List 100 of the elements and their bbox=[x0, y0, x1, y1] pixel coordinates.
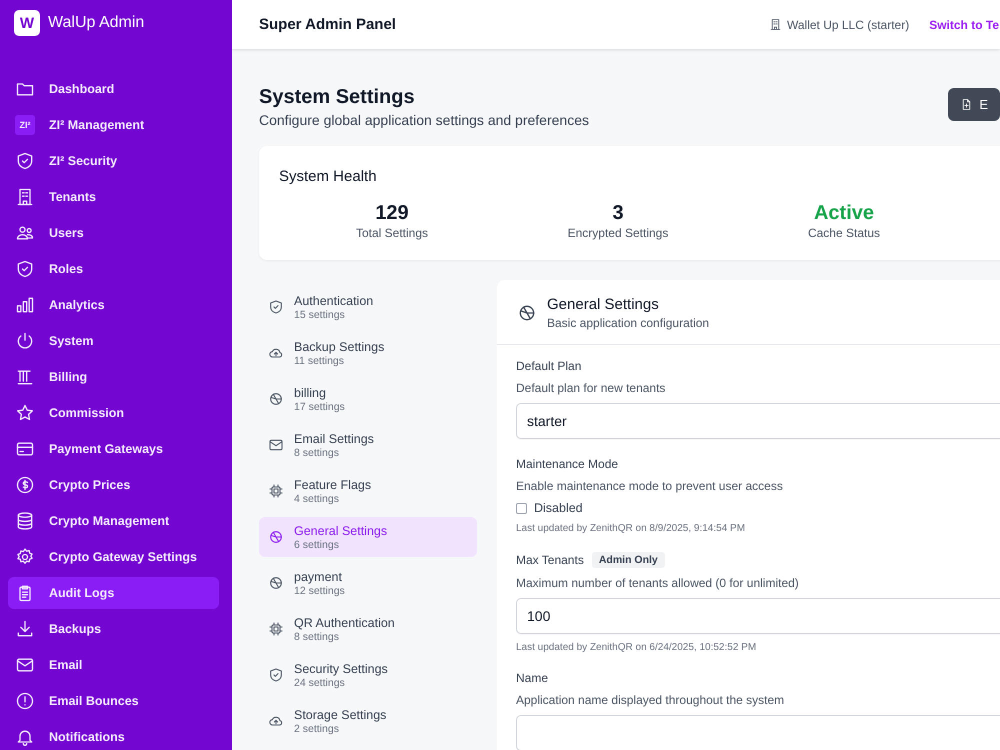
checkbox-label: Disabled bbox=[534, 501, 583, 515]
sidebar-item[interactable]: Tenants bbox=[8, 181, 219, 213]
updated-note: Last updated by ZenithQR on 6/24/2025, 10:52:52 PM bbox=[516, 642, 758, 653]
sidebar-item[interactable]: Audit Logs bbox=[8, 577, 219, 609]
category-name: Backup Settings bbox=[294, 340, 384, 354]
shield-check-icon bbox=[15, 151, 35, 171]
sidebar-item[interactable]: Roles bbox=[8, 253, 219, 285]
category-name: General Settings bbox=[294, 524, 388, 538]
star-icon bbox=[15, 403, 35, 423]
chip-icon bbox=[268, 483, 284, 499]
action-button[interactable]: E bbox=[948, 88, 1000, 121]
tenant-label: Wallet Up LLC (starter) bbox=[786, 18, 910, 32]
stat-value: 129 bbox=[375, 202, 409, 224]
card-title: System Health bbox=[279, 168, 378, 185]
category-item[interactable]: Email Settings 8 settings bbox=[259, 425, 477, 465]
sidebar-item[interactable]: Email bbox=[8, 649, 219, 681]
sidebar-item[interactable]: Notifications bbox=[8, 721, 219, 750]
aperture-icon bbox=[268, 391, 284, 407]
status-value: Active bbox=[814, 202, 874, 224]
field-description: Enable maintenance mode to prevent user access bbox=[516, 479, 784, 493]
category-count: 8 settings bbox=[294, 630, 340, 642]
field-description: Default plan for new tenants bbox=[516, 381, 666, 395]
category-count: 15 settings bbox=[294, 308, 346, 320]
category-count: 6 settings bbox=[294, 538, 340, 550]
category-item[interactable]: Security Settings 24 settings bbox=[259, 655, 477, 695]
app-title: WalUp Admin bbox=[48, 14, 144, 32]
checkbox[interactable] bbox=[516, 502, 527, 514]
alert-icon bbox=[15, 691, 35, 711]
stat-label: Total Settings bbox=[356, 226, 428, 240]
stat-label: Cache Status bbox=[808, 226, 880, 240]
power-icon bbox=[15, 331, 35, 351]
category-item[interactable]: Backup Settings 11 settings bbox=[259, 333, 477, 373]
shield-check-icon bbox=[268, 299, 284, 315]
category-name: billing bbox=[294, 386, 327, 400]
stat-label: Encrypted Settings bbox=[568, 226, 668, 240]
bar-chart-icon bbox=[15, 295, 35, 315]
section-subtitle: Basic application configuration bbox=[547, 316, 710, 330]
sidebar-item[interactable]: Users bbox=[8, 217, 219, 249]
sidebar-item[interactable]: Analytics bbox=[8, 289, 219, 321]
aperture-icon bbox=[268, 529, 284, 545]
sidebar-item[interactable]: Payment Gateways bbox=[8, 433, 219, 465]
sidebar-item[interactable]: ZI² Security bbox=[8, 145, 219, 177]
category-item[interactable]: Feature Flags 4 settings bbox=[259, 471, 477, 511]
sidebar-item[interactable]: Commission bbox=[8, 397, 219, 429]
field-description: Application name displayed throughout the system bbox=[516, 693, 786, 707]
logo: W bbox=[14, 10, 40, 36]
input-field[interactable]: 100 bbox=[516, 598, 1000, 634]
shield-check-icon bbox=[268, 667, 284, 683]
category-name: payment bbox=[294, 570, 343, 584]
field-label: Default Plan bbox=[516, 359, 582, 373]
aperture-icon bbox=[268, 575, 284, 591]
input-field[interactable]: starter bbox=[516, 403, 1000, 439]
category-count: 11 settings bbox=[294, 354, 346, 366]
badge-icon: ZI² bbox=[15, 115, 35, 135]
category-count: 12 settings bbox=[294, 584, 345, 596]
sidebar-item[interactable]: Crypto Management bbox=[8, 505, 219, 537]
download-icon bbox=[15, 619, 35, 639]
sidebar-item[interactable]: Crypto Prices bbox=[8, 469, 219, 501]
updated-note: Last updated by ZenithQR on 8/9/2025, 9:14:54 PM bbox=[516, 523, 746, 534]
page-title: System Settings bbox=[259, 86, 416, 109]
section-title: General Settings bbox=[547, 296, 660, 313]
stat-value: 3 bbox=[612, 202, 624, 224]
sidebar-item[interactable]: Backups bbox=[8, 613, 219, 645]
aperture-icon bbox=[517, 303, 537, 323]
category-item[interactable]: payment 12 settings bbox=[259, 563, 477, 603]
category-name: Security Settings bbox=[294, 662, 388, 676]
envelope-icon bbox=[268, 437, 284, 453]
category-count: 2 settings bbox=[294, 722, 340, 734]
category-item[interactable]: Storage Settings 2 settings bbox=[259, 701, 477, 741]
field-label: Max Tenants bbox=[516, 553, 584, 567]
chip-icon bbox=[268, 621, 284, 637]
category-count: 4 settings bbox=[294, 492, 340, 504]
category-name: Email Settings bbox=[294, 432, 374, 446]
sidebar-item[interactable]: Email Bounces bbox=[8, 685, 219, 717]
sidebar-item[interactable]: Billing bbox=[8, 361, 219, 393]
field-label: Maintenance Mode bbox=[516, 457, 618, 471]
sidebar-item[interactable]: Crypto Gateway Settings bbox=[8, 541, 219, 573]
sidebar-item[interactable]: ZI² ZI² Management bbox=[8, 109, 219, 141]
admin-badge: Admin Only bbox=[592, 552, 665, 568]
category-item[interactable]: billing 17 settings bbox=[259, 379, 477, 419]
category-name: Feature Flags bbox=[294, 478, 372, 492]
dollar-icon bbox=[15, 475, 35, 495]
settings-icon bbox=[15, 547, 35, 567]
switch-link[interactable]: Switch to Te bbox=[929, 18, 999, 32]
category-count: 24 settings bbox=[294, 676, 346, 688]
field-description: Maximum number of tenants allowed (0 for unlimited) bbox=[516, 576, 800, 590]
panel-title: Super Admin Panel bbox=[259, 16, 397, 33]
building-icon bbox=[15, 187, 35, 207]
category-item[interactable]: General Settings 6 settings bbox=[259, 517, 477, 557]
database-icon bbox=[15, 511, 35, 531]
category-item[interactable]: Authentication 15 settings bbox=[259, 287, 477, 327]
sidebar-item[interactable]: Dashboard bbox=[8, 73, 219, 105]
category-name: Storage Settings bbox=[294, 708, 386, 722]
category-count: 8 settings bbox=[294, 446, 340, 458]
category-name: QR Authentication bbox=[294, 616, 395, 630]
sidebar-item[interactable]: System bbox=[8, 325, 219, 357]
category-count: 17 settings bbox=[294, 400, 345, 412]
input-field[interactable] bbox=[516, 715, 1000, 750]
category-item[interactable]: QR Authentication 8 settings bbox=[259, 609, 477, 649]
building-icon bbox=[768, 18, 782, 31]
